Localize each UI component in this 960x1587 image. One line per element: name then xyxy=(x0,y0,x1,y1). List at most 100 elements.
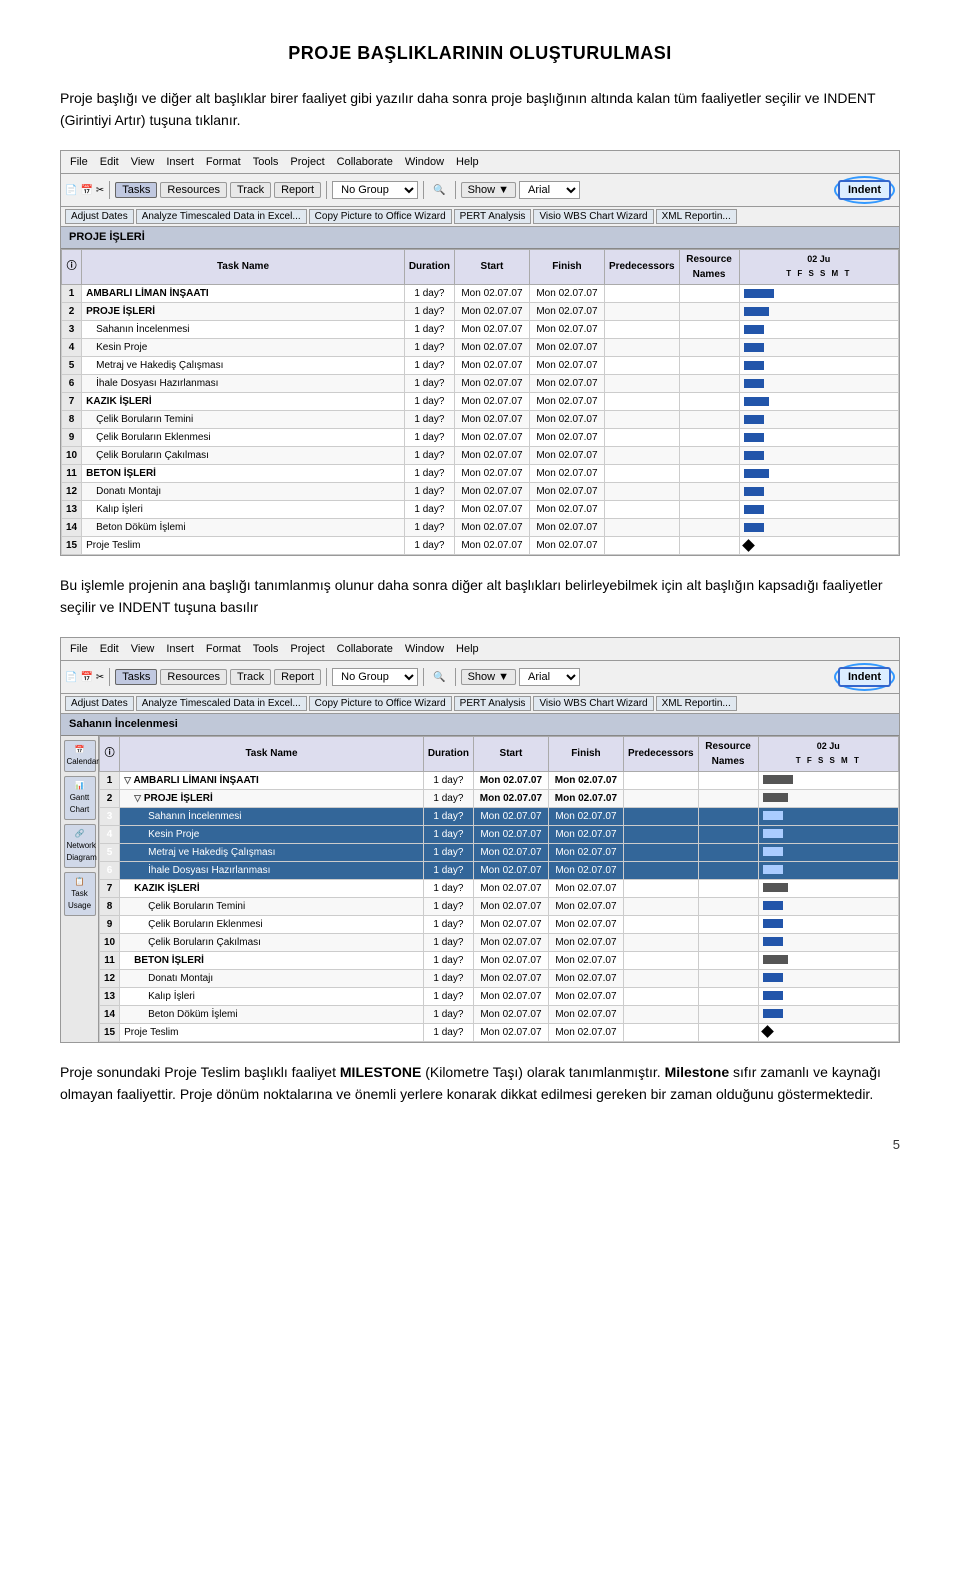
th2-start: Start xyxy=(473,736,548,771)
menu2-insert[interactable]: Insert xyxy=(161,640,199,659)
table-row: 14 Beton Döküm İşlemi 1 day? Mon 02.07.0… xyxy=(100,1005,899,1023)
th2-taskname: Task Name xyxy=(120,736,424,771)
table-row: 8 Çelik Boruların Temini 1 day? Mon 02.0… xyxy=(62,410,899,428)
font-dropdown2[interactable]: Arial xyxy=(519,668,580,686)
pert-button2[interactable]: PERT Analysis xyxy=(454,696,532,711)
show-button[interactable]: Show ▼ xyxy=(461,182,516,198)
xml-button2[interactable]: XML Reportin... xyxy=(656,696,737,711)
visio-button2[interactable]: Visio WBS Chart Wizard xyxy=(533,696,653,711)
pert-button[interactable]: PERT Analysis xyxy=(454,209,532,224)
adjust-dates-button[interactable]: Adjust Dates xyxy=(65,209,134,224)
menu2-tools[interactable]: Tools xyxy=(248,640,284,659)
th2-gantt: 02 JuT F S S M T xyxy=(758,736,898,771)
table-row: 10 Çelik Boruların Çakılması 1 day? Mon … xyxy=(100,933,899,951)
copy-picture-button[interactable]: Copy Picture to Office Wizard xyxy=(309,209,452,224)
table-row: 1 AMBARLI LİMAN İNŞAATI 1 day? Mon 02.07… xyxy=(62,284,899,302)
table-row: 9 Çelik Boruların Eklenmesi 1 day? Mon 0… xyxy=(62,428,899,446)
th2-predecessors: Predecessors xyxy=(623,736,698,771)
sidebar-network[interactable]: 🔗Network Diagram xyxy=(64,824,96,868)
th-gantt: 02 JuT F S S M T xyxy=(739,249,898,284)
p3a: Proje sonundaki Proje Teslim başlıklı fa… xyxy=(60,1064,340,1080)
table-row: 2 PROJE İŞLERİ 1 day? Mon 02.07.07 Mon 0… xyxy=(62,302,899,320)
project-table-first: ⓘ Task Name Duration Start Finish Predec… xyxy=(61,249,899,555)
table-row: 13 Kalıp İşleri 1 day? Mon 02.07.07 Mon … xyxy=(100,987,899,1005)
sidebar-gantt[interactable]: 📊Gantt Chart xyxy=(64,776,96,820)
th2-duration: Duration xyxy=(423,736,473,771)
menu-file[interactable]: File xyxy=(65,153,93,172)
menu2-view[interactable]: View xyxy=(126,640,160,659)
th-start: Start xyxy=(454,249,529,284)
menubar2: File Edit View Insert Format Tools Proje… xyxy=(61,638,899,662)
menu2-window[interactable]: Window xyxy=(400,640,449,659)
sidebar2: 📅Calendar 📊Gantt Chart 🔗Network Diagram … xyxy=(61,736,99,1042)
analyze-button2[interactable]: Analyze Timescaled Data in Excel... xyxy=(136,696,307,711)
tasks-button[interactable]: Tasks xyxy=(115,182,157,198)
menu-window[interactable]: Window xyxy=(400,153,449,172)
screenshot1: File Edit View Insert Format Tools Proje… xyxy=(60,150,900,556)
menu2-collaborate[interactable]: Collaborate xyxy=(332,640,398,659)
project-table-second: ⓘ Task Name Duration Start Finish Predec… xyxy=(99,736,899,1042)
table-row: 14 Beton Döküm İşlemi 1 day? Mon 02.07.0… xyxy=(62,518,899,536)
th2-info: ⓘ xyxy=(100,736,120,771)
th-finish: Finish xyxy=(529,249,604,284)
table-row: 2 ▽ PROJE İŞLERİ 1 day? Mon 02.07.07 Mon… xyxy=(100,789,899,807)
table-row: 7 KAZIK İŞLERİ 1 day? Mon 02.07.07 Mon 0… xyxy=(100,879,899,897)
menu2-format[interactable]: Format xyxy=(201,640,246,659)
menu-help[interactable]: Help xyxy=(451,153,484,172)
no-group-dropdown[interactable]: No Group xyxy=(332,181,418,199)
menu-collaborate[interactable]: Collaborate xyxy=(332,153,398,172)
visio-button[interactable]: Visio WBS Chart Wizard xyxy=(533,209,653,224)
report-button2[interactable]: Report xyxy=(274,669,321,685)
menu-insert[interactable]: Insert xyxy=(161,153,199,172)
table-row: 5 Metraj ve Hakediş Çalışması 1 day? Mon… xyxy=(100,843,899,861)
table-row: 6 İhale Dosyası Hazırlanması 1 day? Mon … xyxy=(100,861,899,879)
indent-button[interactable]: Indent xyxy=(838,180,891,200)
track-button[interactable]: Track xyxy=(230,182,271,198)
menu-tools[interactable]: Tools xyxy=(248,153,284,172)
menu2-help[interactable]: Help xyxy=(451,640,484,659)
table-row: 11 BETON İŞLERİ 1 day? Mon 02.07.07 Mon … xyxy=(100,951,899,969)
menu2-file[interactable]: File xyxy=(65,640,93,659)
table-row: 6 İhale Dosyası Hazırlanması 1 day? Mon … xyxy=(62,374,899,392)
table-row: 12 Donatı Montajı 1 day? Mon 02.07.07 Mo… xyxy=(100,969,899,987)
show-button2[interactable]: Show ▼ xyxy=(461,669,516,685)
th2-finish: Finish xyxy=(548,736,623,771)
menu-view[interactable]: View xyxy=(126,153,160,172)
resources-button[interactable]: Resources xyxy=(160,182,227,198)
page-number: 5 xyxy=(60,1135,900,1155)
menu2-edit[interactable]: Edit xyxy=(95,640,124,659)
indent-button2[interactable]: Indent xyxy=(838,667,891,687)
table-row: 9 Çelik Boruların Eklenmesi 1 day? Mon 0… xyxy=(100,915,899,933)
tasks-button2[interactable]: Tasks xyxy=(115,669,157,685)
menubar1: File Edit View Insert Format Tools Proje… xyxy=(61,151,899,175)
page-title: PROJE BAŞLIKLARININ OLUŞTURULMASI xyxy=(60,40,900,67)
menu-edit[interactable]: Edit xyxy=(95,153,124,172)
menu-format[interactable]: Format xyxy=(201,153,246,172)
sidebar-taskusage[interactable]: 📋Task Usage xyxy=(64,872,96,916)
copy-picture-button2[interactable]: Copy Picture to Office Wizard xyxy=(309,696,452,711)
content-area2: 📅Calendar 📊Gantt Chart 🔗Network Diagram … xyxy=(61,736,899,1042)
menu-project[interactable]: Project xyxy=(285,153,329,172)
sidebar-calendar[interactable]: 📅Calendar xyxy=(64,740,96,772)
screenshot2: File Edit View Insert Format Tools Proje… xyxy=(60,637,900,1043)
table-row: 1 ▽ AMBARLI LİMANI İNŞAATI 1 day? Mon 02… xyxy=(100,771,899,789)
report-button[interactable]: Report xyxy=(274,182,321,198)
font-dropdown[interactable]: Arial xyxy=(519,181,580,199)
toolbar1: 📄 📅 ✂ Tasks Resources Track Report No Gr… xyxy=(61,174,899,207)
analyze-button[interactable]: Analyze Timescaled Data in Excel... xyxy=(136,209,307,224)
menu2-project[interactable]: Project xyxy=(285,640,329,659)
view-title-first: PROJE İŞLERİ xyxy=(61,227,899,249)
view-title-second: Sahanın İncelenmesi xyxy=(61,714,899,736)
th-predecessors: Predecessors xyxy=(604,249,679,284)
no-group-dropdown2[interactable]: No Group xyxy=(332,668,418,686)
p3c: (Kilometre Taşı) olarak tanımlanmıştır. xyxy=(421,1064,664,1080)
table-row: 3 Sahanın İncelenmesi 1 day? Mon 02.07.0… xyxy=(62,320,899,338)
adjust-dates-button2[interactable]: Adjust Dates xyxy=(65,696,134,711)
xml-button[interactable]: XML Reportin... xyxy=(656,209,737,224)
th-info: ⓘ xyxy=(62,249,82,284)
resources-button2[interactable]: Resources xyxy=(160,669,227,685)
paragraph1: Proje başlığı ve diğer alt başlıklar bir… xyxy=(60,87,900,132)
track-button2[interactable]: Track xyxy=(230,669,271,685)
table-row: 3 Sahanın İncelenmesi 1 day? Mon 02.07.0… xyxy=(100,807,899,825)
th2-resource: Resource Names xyxy=(698,736,758,771)
